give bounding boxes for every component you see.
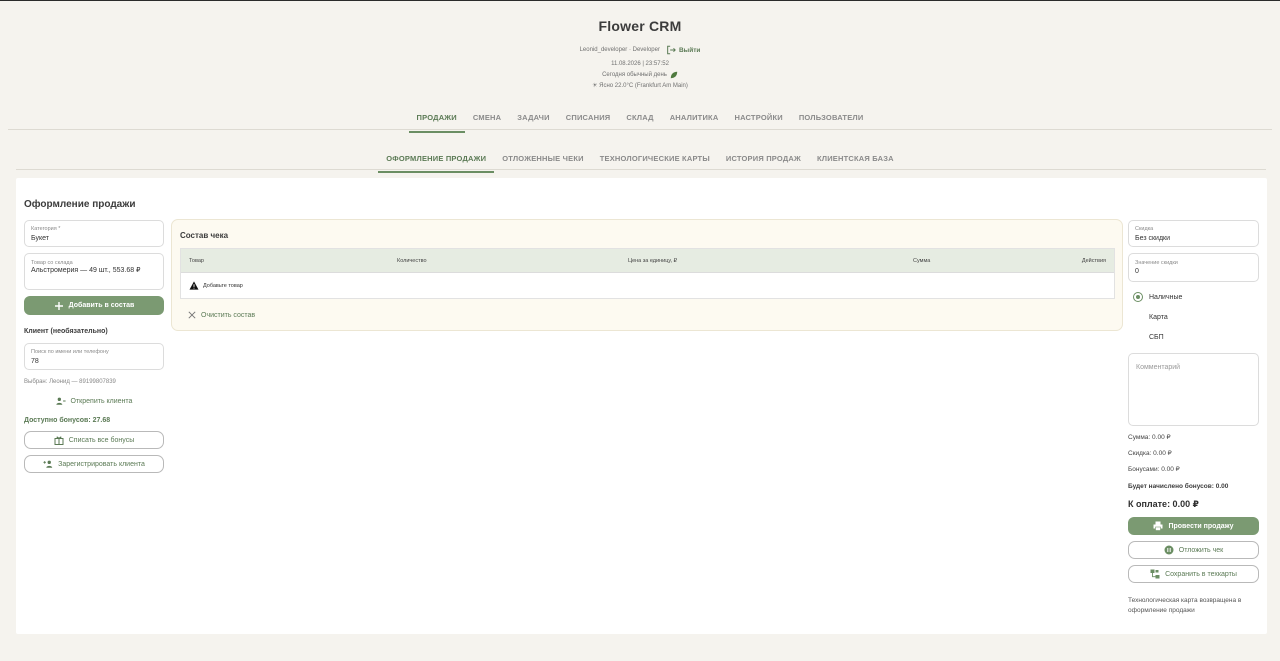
checkout-label: Провести продажу <box>1168 522 1234 530</box>
selected-client: Выбран: Леонид — 89199807839 <box>24 379 116 385</box>
discount-select[interactable]: Скидка Без скидки <box>1128 220 1259 247</box>
printer-icon <box>1153 521 1163 531</box>
radio-unselected-icon <box>1133 332 1143 342</box>
postpone-receipt-button[interactable]: Отложить чек <box>1128 541 1259 559</box>
discount-amount-input[interactable]: Значение скидки 0 <box>1128 253 1259 282</box>
sum-total: Сумма: 0.00 ₽ <box>1128 434 1171 441</box>
discount-amount-label: Значение скидки <box>1135 260 1178 266</box>
payment-card-label: Карта <box>1149 313 1168 321</box>
pause-circle-icon <box>1164 545 1174 555</box>
main-tabs-divider <box>8 129 1272 130</box>
discount-amount-value: 0 <box>1135 268 1139 275</box>
client-search-label: Поиск по имени или телефону <box>31 349 109 355</box>
user-line: Leonid_developer · Developer Выйти <box>0 45 1280 55</box>
unpin-client-button[interactable]: Открепить клиента <box>24 394 164 408</box>
client-heading: Клиент (необязательно) <box>24 328 108 335</box>
category-value: Букет <box>31 235 49 242</box>
col-sum: Сумма <box>913 258 931 264</box>
logout-label: Выйти <box>678 46 701 54</box>
comment-textarea[interactable]: Комментарий <box>1128 353 1259 426</box>
user-info: Leonid_developer · Developer <box>579 47 660 53</box>
spend-bonuses-button[interactable]: Списать все бонусы <box>24 431 164 449</box>
checkout-button[interactable]: Провести продажу <box>1128 517 1259 535</box>
category-select[interactable]: Категория * Букет <box>24 220 164 247</box>
payment-cash-label: Наличные <box>1149 293 1183 301</box>
datetime: 11.08.2026 | 23:57:52 <box>611 61 669 67</box>
user-plus-icon <box>43 460 53 468</box>
table-row: Добавьте товар <box>181 273 1114 299</box>
empty-receipt-warning: Добавьте товар <box>189 281 243 290</box>
client-search-input[interactable]: Поиск по имени или телефону 78 <box>24 343 164 370</box>
tree-structure-icon <box>1150 569 1160 579</box>
unpin-client-label: Открепить клиента <box>70 397 133 405</box>
bonuses-available: Доступно бонусов: 27.68 <box>24 417 111 424</box>
user-minus-icon <box>55 397 66 405</box>
comment-placeholder: Комментарий <box>1136 364 1181 371</box>
radio-selected-icon <box>1133 292 1143 302</box>
add-to-composition-button[interactable]: Добавить в состав <box>24 296 164 315</box>
empty-receipt-text: Добавьте товар <box>203 282 243 289</box>
postpone-receipt-label: Отложить чек <box>1178 546 1224 554</box>
stock-item-select[interactable]: Товар со склада Альстромерия — 49 шт., 5… <box>24 253 164 290</box>
leaf-icon <box>670 71 678 79</box>
col-unit-price: Цена за единицу, ₽ <box>628 258 678 264</box>
register-client-button[interactable]: Зарегистрировать клиента <box>24 455 164 473</box>
clear-composition-button[interactable]: Очистить состав <box>188 308 255 322</box>
category-label: Категория * <box>31 226 61 232</box>
discount-value: Без скидки <box>1135 235 1171 242</box>
accrued-bonuses: Будет начислено бонусов: 0.00 <box>1128 483 1229 490</box>
radio-unselected-icon <box>1133 312 1143 322</box>
col-quantity: Количество <box>397 258 427 264</box>
discount-label: Скидка <box>1135 226 1154 232</box>
save-to-tech-cards-label: Сохранить в техкарты <box>1165 570 1237 578</box>
warning-icon <box>189 281 199 290</box>
day-text: Сегодня обычный день <box>602 72 667 78</box>
receipt-title: Состав чека <box>180 231 229 240</box>
clear-composition-label: Очистить состав <box>201 311 256 319</box>
app-title: Flower CRM <box>598 18 682 34</box>
checkout-panel: Оформление продажи Категория * Букет Тов… <box>16 178 1267 634</box>
register-client-label: Зарегистрировать клиента <box>58 460 145 468</box>
spend-bonuses-label: Списать все бонусы <box>68 436 135 444</box>
col-actions: Действия <box>1081 258 1106 264</box>
gift-icon <box>54 436 64 445</box>
payment-sbp-label: СБП <box>1149 333 1164 341</box>
stock-value: Альстромерия — 49 шт., 553.68 ₽ <box>31 267 141 274</box>
save-to-tech-cards-button[interactable]: Сохранить в техкарты <box>1128 565 1259 583</box>
add-to-composition-label: Добавить в состав <box>68 302 135 309</box>
close-icon <box>188 311 196 319</box>
weather: ☀ Ясно 22.0°C (Frankfurt Am Main) <box>592 83 688 89</box>
payment-card-radio[interactable]: Карта <box>1133 312 1168 322</box>
plus-icon <box>54 301 63 310</box>
col-item: Товар <box>189 258 204 264</box>
bonuses-total: Бонусами: 0.00 ₽ <box>1128 466 1180 473</box>
receipt-card: Состав чека Товар Количество Цена за еди… <box>171 219 1123 331</box>
client-search-value: 78 <box>31 358 39 365</box>
receipt-table: Товар Количество Цена за единицу, ₽ Сумм… <box>180 248 1115 299</box>
payment-cash-radio[interactable]: Наличные <box>1133 292 1182 302</box>
receipt-table-header: Товар Количество Цена за единицу, ₽ Сумм… <box>181 249 1114 273</box>
payment-sbp-radio[interactable]: СБП <box>1133 332 1164 342</box>
day-status: Сегодня обычный день <box>0 71 1280 79</box>
page-title: Оформление продажи <box>24 199 136 210</box>
amount-to-pay: К оплате: 0.00 ₽ <box>1128 499 1199 509</box>
logout-button[interactable]: Выйти <box>666 45 700 55</box>
logout-icon <box>667 45 676 55</box>
app-header: Flower CRM Leonid_developer · Developer … <box>0 1 1280 89</box>
tech-card-note: Технологическая карта возвращена в оформ… <box>1128 597 1242 614</box>
sub-tabs-divider <box>16 169 1266 170</box>
discount-total: Скидка: 0.00 ₽ <box>1128 450 1172 457</box>
